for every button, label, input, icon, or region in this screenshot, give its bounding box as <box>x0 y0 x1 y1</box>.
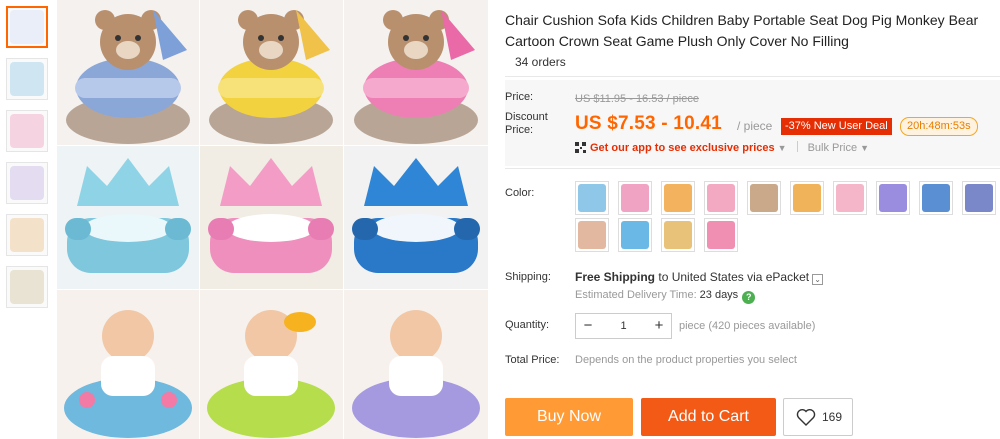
price-box: Price: US $11.95 - 16.53 / piece Discoun… <box>505 80 1000 166</box>
thumbnail-image <box>10 270 44 304</box>
color-swatch[interactable] <box>704 218 738 252</box>
discount-price: US $7.53 - 10.41 <box>575 113 722 134</box>
add-to-cart-button[interactable]: Add to Cart <box>641 398 776 436</box>
product-title: Chair Cushion Sofa Kids Children Baby Po… <box>505 12 979 49</box>
help-icon[interactable]: ? <box>742 291 756 304</box>
price-label: Price: <box>505 91 534 103</box>
image-crown-blue <box>344 146 488 289</box>
color-swatch[interactable] <box>575 218 609 252</box>
color-swatch[interactable] <box>833 181 867 215</box>
discount-price-label: Discount Price: <box>505 111 548 136</box>
color-swatch[interactable] <box>661 181 695 215</box>
original-price: US $11.95 - 16.53 / piece <box>575 93 699 105</box>
quantity-stepper: − 1 + <box>575 313 672 339</box>
image-baby-blue-seat <box>57 290 199 439</box>
color-swatch[interactable] <box>661 218 695 252</box>
swatch-image <box>707 184 735 212</box>
color-swatch[interactable] <box>618 218 652 252</box>
estimated-days: 23 days <box>699 289 739 301</box>
swatch-image <box>578 184 606 212</box>
total-price-value: Depends on the product properties you se… <box>575 354 797 366</box>
color-swatch[interactable] <box>876 181 910 215</box>
app-promo-link[interactable]: Get our app to see exclusive prices <box>590 142 775 154</box>
quantity-label: Quantity: <box>505 319 550 331</box>
swatch-image <box>750 184 778 212</box>
wishlist-button[interactable]: 169 <box>783 398 853 436</box>
product-page: Chair Cushion Sofa Kids Children Baby Po… <box>0 0 1000 439</box>
divider <box>505 76 1000 77</box>
image-baby-green-seat <box>200 290 343 439</box>
image-crown-pink <box>200 146 343 289</box>
chevron-down-icon[interactable]: ▼ <box>860 143 869 153</box>
increase-quantity-button[interactable]: + <box>647 314 671 338</box>
thumbnail-image <box>10 218 44 252</box>
thumbnail-image <box>10 114 44 148</box>
swatch-image <box>793 184 821 212</box>
buy-now-button[interactable]: Buy Now <box>505 398 633 436</box>
swatch-image <box>578 221 606 249</box>
app-promo-row: Get our app to see exclusive prices ▼ Bulk… <box>575 141 869 154</box>
thumbnail-image <box>10 166 44 200</box>
bulk-price-link[interactable]: Bulk Price <box>808 142 858 154</box>
delivery-estimate: Estimated Delivery Time: 23 days? <box>575 289 756 304</box>
swatch-image <box>621 184 649 212</box>
swatch-image <box>621 221 649 249</box>
color-swatch[interactable] <box>747 181 781 215</box>
promo-badge: -37% New User Deal <box>781 118 892 135</box>
chevron-down-icon[interactable]: ▼ <box>778 143 787 153</box>
divider <box>796 141 798 152</box>
price-unit: / piece <box>737 119 773 133</box>
estimated-label: Estimated Delivery Time: <box>575 289 697 301</box>
shipping-destination: to United States via ePacket <box>658 270 810 284</box>
swatch-image <box>664 221 692 249</box>
color-label: Color: <box>505 187 535 199</box>
quantity-input[interactable]: 1 <box>600 314 647 338</box>
thumbnail-image <box>10 10 44 44</box>
color-swatch[interactable] <box>575 181 609 215</box>
thumbnail-list <box>6 6 50 318</box>
shipping-info: Free Shipping to United States via ePack… <box>575 270 824 285</box>
image-bear-yellow <box>200 0 343 145</box>
color-swatch[interactable] <box>790 181 824 215</box>
main-product-image[interactable] <box>57 0 488 439</box>
orders-count: 34 orders <box>515 55 566 69</box>
image-bear-pink <box>344 0 488 145</box>
image-crown-light-blue <box>57 146 199 289</box>
image-bear-blue <box>57 0 199 145</box>
color-swatch[interactable] <box>618 181 652 215</box>
thumbnail-image <box>10 62 44 96</box>
wishlist-count: 169 <box>822 410 843 424</box>
thumbnail[interactable] <box>6 162 48 204</box>
thumbnail[interactable] <box>6 266 48 308</box>
swatch-image <box>922 184 950 212</box>
chevron-down-icon[interactable]: ⌄ <box>812 274 824 285</box>
color-swatch[interactable] <box>704 181 738 215</box>
swatch-image <box>664 184 692 212</box>
qr-code-icon <box>575 142 586 153</box>
swatch-image <box>879 184 907 212</box>
heart-icon <box>796 409 816 426</box>
countdown-timer: 20h:48m:53s <box>900 117 978 136</box>
total-price-label: Total Price: <box>505 354 560 366</box>
free-shipping-text: Free Shipping <box>575 270 656 284</box>
product-info-panel: Chair Cushion Sofa Kids Children Baby Po… <box>505 0 1000 439</box>
availability-text: piece (420 pieces available) <box>679 320 816 332</box>
decrease-quantity-button[interactable]: − <box>576 314 600 338</box>
color-swatch[interactable] <box>962 181 996 215</box>
swatch-image <box>836 184 864 212</box>
thumbnail[interactable] <box>6 58 48 100</box>
swatch-image <box>965 184 993 212</box>
swatch-image <box>707 221 735 249</box>
divider <box>505 168 1000 169</box>
shipping-label: Shipping: <box>505 271 551 283</box>
image-baby-purple-seat <box>344 290 488 439</box>
thumbnail[interactable] <box>6 110 48 152</box>
thumbnail[interactable] <box>6 6 48 48</box>
color-swatch[interactable] <box>919 181 953 215</box>
thumbnail[interactable] <box>6 214 48 256</box>
